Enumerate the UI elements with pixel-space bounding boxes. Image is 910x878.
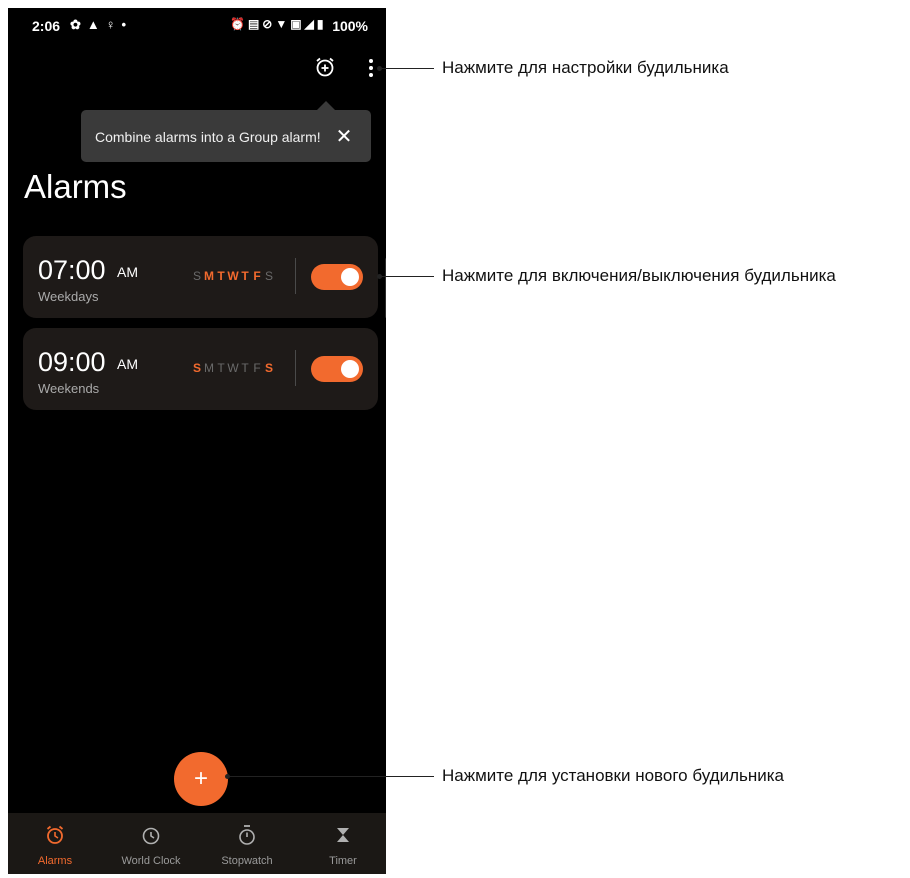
day-tue: T	[217, 361, 225, 375]
repeat-days: SMTWTFS	[191, 361, 275, 375]
callout-new-alarm: Нажмите для установки нового будильника	[442, 766, 785, 785]
day-mon: M	[204, 269, 214, 283]
tab-label: Alarms	[37, 855, 73, 867]
alarm-card[interactable]: 09:00 AM Weekends SMTWTFS	[23, 328, 378, 410]
stopwatch-icon	[239, 825, 255, 845]
mute-icon: ⊘	[262, 17, 276, 31]
alarm-toggle[interactable]	[311, 264, 363, 290]
alarm-ampm: AM	[117, 356, 138, 372]
repeat-days: SMTWTFS	[191, 269, 275, 283]
scrollbar[interactable]	[385, 258, 386, 318]
day-wed: W	[227, 269, 239, 283]
alarm-label: Weekends	[38, 381, 100, 396]
volte-icon: ▣	[290, 17, 305, 31]
more-vert-icon[interactable]	[366, 58, 376, 78]
tab-alarms[interactable]: Alarms	[8, 813, 102, 874]
tab-world-clock[interactable]: World Clock	[104, 813, 198, 874]
day-fri: F	[253, 269, 261, 283]
tab-label: World Clock	[121, 855, 181, 867]
callout-line-settings	[380, 68, 434, 69]
tab-label: Timer	[329, 855, 357, 867]
alarm-clock-icon	[46, 825, 64, 844]
sim-icon: ▤	[247, 17, 263, 31]
day-tue: T	[217, 269, 225, 283]
alarm-time: 07:00	[38, 255, 106, 285]
day-thu: T	[241, 269, 249, 283]
status-time: 2:06	[32, 18, 61, 34]
tab-label: Stopwatch	[221, 855, 273, 867]
status-bar: 2:06 ✿▲♀• ⏰▤⊘▼▣◢▮ 100%	[8, 8, 386, 42]
alarm-ampm: AM	[117, 264, 138, 280]
callout-line-toggle	[380, 276, 434, 277]
alarm-label: Weekdays	[38, 289, 99, 304]
dot-icon: •	[121, 17, 133, 32]
tab-timer[interactable]: Timer	[296, 813, 386, 874]
day-sun: S	[192, 269, 201, 283]
battery-icon: ▮	[316, 17, 327, 31]
day-wed: W	[227, 361, 239, 375]
callout-settings: Нажмите для настройки будильника	[442, 58, 729, 77]
warning-icon: ▲	[86, 17, 106, 32]
tab-stopwatch[interactable]: Stopwatch	[200, 813, 294, 874]
page-title: Alarms	[24, 168, 127, 205]
status-left-icons: ✿▲♀•	[70, 17, 132, 33]
close-icon[interactable]: ✕	[335, 124, 353, 148]
status-right-icons: ⏰▤⊘▼▣◢▮	[230, 17, 326, 31]
phone-screen: 2:06 ✿▲♀• ⏰▤⊘▼▣◢▮ 100% Combine alarms in…	[8, 8, 386, 874]
alarm-icon: ⏰	[230, 17, 248, 31]
day-mon: M	[204, 361, 214, 375]
tooltip-text: Combine alarms into a Group alarm!	[95, 129, 321, 145]
callout-line-new-alarm	[228, 776, 434, 777]
hourglass-icon	[337, 828, 349, 842]
card-divider	[295, 258, 296, 294]
wifi-icon: ▼	[275, 17, 291, 31]
alarm-time: 09:00	[38, 347, 106, 377]
lightbulb-icon: ♀	[105, 17, 122, 32]
add-alarm-icon[interactable]	[314, 56, 336, 78]
callout-toggle: Нажмите для включения/выключения будильн…	[442, 266, 836, 285]
group-alarm-tooltip: Combine alarms into a Group alarm! ✕	[81, 101, 371, 162]
day-thu: T	[241, 361, 249, 375]
alarm-card[interactable]: 07:00 AM Weekdays SMTWTFS	[23, 236, 378, 318]
card-divider	[295, 350, 296, 386]
signal-icon: ◢	[304, 17, 317, 31]
add-alarm-button[interactable]: +	[174, 752, 228, 806]
day-sun: S	[192, 361, 201, 375]
day-sat: S	[264, 269, 273, 283]
alarm-toggle[interactable]	[311, 356, 363, 382]
bottom-nav: Alarms World Clock Stopwatch Timer	[8, 813, 386, 874]
day-fri: F	[253, 361, 261, 375]
clock-icon	[142, 827, 160, 845]
battery-percent: 100%	[332, 18, 368, 34]
settings-icon: ✿	[70, 17, 87, 32]
day-sat: S	[264, 361, 273, 375]
